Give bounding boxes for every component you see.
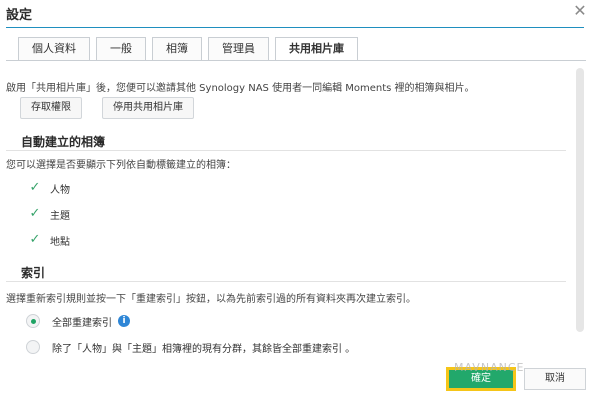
close-icon[interactable]: ✕ <box>572 3 588 19</box>
radio-selected-icon[interactable] <box>26 314 40 328</box>
index-heading: 索引 <box>21 266 46 280</box>
checkmark-icon[interactable]: ✓ <box>28 207 42 221</box>
radio-label: 除了「人物」與「主題」相簿裡的現有分群，其餘皆全部重建索引 。 <box>52 343 356 355</box>
auto-album-divider <box>6 150 566 151</box>
tab-profile[interactable]: 個人資料 <box>18 37 90 60</box>
title-bar: 設定 ✕ <box>0 0 600 26</box>
disable-shared-library-button[interactable]: 停用共用相片庫 <box>102 97 194 119</box>
index-divider <box>6 281 566 282</box>
index-desc: 選擇重新索引規則並按一下「重建索引」按鈕，以為先前索引過的所有資料夾再次建立索引… <box>6 294 416 305</box>
title-divider <box>6 27 584 28</box>
checkmark-icon[interactable]: ✓ <box>28 233 42 247</box>
checkbox-people[interactable]: ✓ 人物 <box>28 181 70 196</box>
watermark: MAVNANCE <box>454 361 525 374</box>
settings-dialog: 設定 ✕ 個人資料 一般 相簿 管理員 共用相片庫 啟用「共用相片庫」後，您便可… <box>0 0 600 400</box>
info-icon[interactable]: i <box>118 315 130 327</box>
tab-bar: 個人資料 一般 相簿 管理員 共用相片庫 <box>18 37 358 60</box>
tab-general[interactable]: 一般 <box>96 37 146 60</box>
checkbox-place[interactable]: ✓ 地點 <box>28 233 70 248</box>
checkbox-subject[interactable]: ✓ 主題 <box>28 207 70 222</box>
dialog-title: 設定 <box>6 8 33 23</box>
radio-reindex-except-groups[interactable]: 除了「人物」與「主題」相簿裡的現有分群，其餘皆全部重建索引 。 <box>26 339 355 355</box>
checkbox-label: 地點 <box>50 236 70 248</box>
checkbox-label: 主題 <box>50 210 70 222</box>
access-permissions-button[interactable]: 存取權限 <box>20 97 82 119</box>
intro-text: 啟用「共用相片庫」後，您便可以邀請其他 Synology NAS 使用者一同編輯… <box>6 83 475 94</box>
auto-album-heading: 自動建立的相簿 <box>21 135 106 149</box>
radio-reindex-all[interactable]: 全部重建索引 i <box>26 313 130 329</box>
auto-album-desc: 您可以選擇是否要顯示下列依自動標籤建立的相簿： <box>6 160 236 171</box>
radio-unselected-icon[interactable] <box>26 340 40 354</box>
radio-label: 全部重建索引 <box>52 317 112 329</box>
tab-shared-library[interactable]: 共用相片庫 <box>275 37 358 60</box>
scrollbar[interactable] <box>576 68 584 332</box>
tab-admin[interactable]: 管理員 <box>208 37 269 60</box>
checkbox-label: 人物 <box>50 184 70 196</box>
settings-content: 啟用「共用相片庫」後，您便可以邀請其他 Synology NAS 使用者一同編輯… <box>6 61 572 355</box>
checkmark-icon[interactable]: ✓ <box>28 181 42 195</box>
cancel-button[interactable]: 取消 <box>524 368 586 390</box>
tab-albums[interactable]: 相簿 <box>152 37 202 60</box>
